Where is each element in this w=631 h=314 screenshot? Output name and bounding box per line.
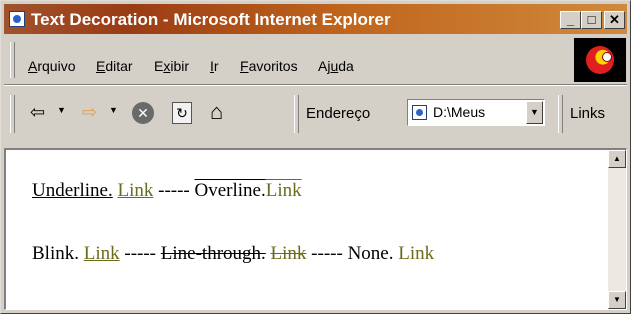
home-icon[interactable]: ⌂ bbox=[210, 99, 223, 125]
line-blink-linethrough-none: Blink. Link ----- Line-through. Link ---… bbox=[32, 243, 434, 265]
scroll-down-button[interactable]: ▼ bbox=[608, 291, 626, 309]
page-viewport: Underline. Link ----- Overline.Link Blin… bbox=[4, 148, 627, 310]
scroll-up-button[interactable]: ▲ bbox=[608, 150, 626, 168]
close-button[interactable]: ✕ bbox=[604, 11, 625, 29]
toolbar-divider bbox=[4, 84, 627, 86]
refresh-icon[interactable]: ↻ bbox=[172, 102, 192, 124]
separator: ----- bbox=[158, 180, 190, 201]
overline-text: Overline. bbox=[194, 180, 266, 201]
ie-throbber-logo bbox=[574, 38, 626, 82]
none-text: None. bbox=[347, 243, 394, 264]
browser-window: Text Decoration - Microsoft Internet Exp… bbox=[0, 0, 631, 314]
address-grip[interactable] bbox=[294, 95, 299, 133]
linethrough-text: Line-through. bbox=[160, 243, 266, 264]
ie-page-icon bbox=[9, 11, 25, 27]
separator: ----- bbox=[124, 243, 157, 264]
menubar-grip[interactable] bbox=[10, 42, 15, 78]
address-input[interactable]: D:\Meus bbox=[433, 104, 485, 120]
address-label: Endereço bbox=[306, 105, 371, 122]
window-title: Text Decoration - Microsoft Internet Exp… bbox=[31, 10, 391, 29]
title-bar[interactable]: Text Decoration - Microsoft Internet Exp… bbox=[4, 4, 627, 34]
line-underline-overline: Underline. Link ----- Overline.Link bbox=[32, 180, 302, 202]
maximize-button[interactable]: □ bbox=[581, 11, 602, 29]
menu-ir[interactable]: Ir bbox=[210, 58, 219, 74]
menu-exibir[interactable]: Exibir bbox=[154, 58, 189, 74]
toolbar-grip[interactable] bbox=[10, 95, 15, 133]
links-button[interactable]: Links bbox=[570, 105, 605, 122]
address-combobox[interactable]: D:\Meus ▼ bbox=[407, 99, 545, 126]
blink-link[interactable]: Link bbox=[84, 243, 120, 264]
links-grip[interactable] bbox=[558, 95, 563, 133]
stop-icon[interactable]: ✕ bbox=[132, 102, 154, 124]
blink-text: Blink. bbox=[32, 243, 79, 264]
menu-ajuda[interactable]: Ajuda bbox=[318, 58, 354, 74]
menu-arquivo[interactable]: Arquivo bbox=[28, 58, 75, 74]
separator: ----- bbox=[311, 243, 343, 264]
address-dropdown-button[interactable]: ▼ bbox=[526, 101, 543, 124]
menu-editar[interactable]: Editar bbox=[96, 58, 133, 74]
logo-eye-icon bbox=[602, 52, 612, 62]
vertical-scrollbar[interactable]: ▲ ▼ bbox=[608, 150, 626, 309]
underline-text: Underline. bbox=[32, 180, 113, 201]
back-dropdown-icon[interactable]: ▼ bbox=[57, 105, 66, 115]
back-arrow-icon[interactable]: ⇦ bbox=[30, 102, 45, 123]
underline-link[interactable]: Link bbox=[117, 180, 153, 201]
page-content: Underline. Link ----- Overline.Link Blin… bbox=[6, 150, 606, 310]
menu-favoritos[interactable]: Favoritos bbox=[240, 58, 298, 74]
none-link[interactable]: Link bbox=[398, 243, 434, 264]
menu-bar: Arquivo Editar Exibir Ir Favoritos Ajuda bbox=[4, 36, 627, 83]
page-icon bbox=[412, 105, 427, 120]
linethrough-link[interactable]: Link bbox=[271, 243, 307, 264]
overline-link[interactable]: Link bbox=[266, 180, 302, 201]
minimize-button[interactable]: _ bbox=[560, 11, 581, 29]
forward-arrow-icon[interactable]: ⇨ bbox=[82, 102, 97, 123]
forward-dropdown-icon[interactable]: ▼ bbox=[109, 105, 118, 115]
standard-toolbar: ⇦ ▼ ⇨ ▼ ✕ ↻ ⌂ Endereço D:\Meus ▼ Links bbox=[4, 87, 627, 145]
